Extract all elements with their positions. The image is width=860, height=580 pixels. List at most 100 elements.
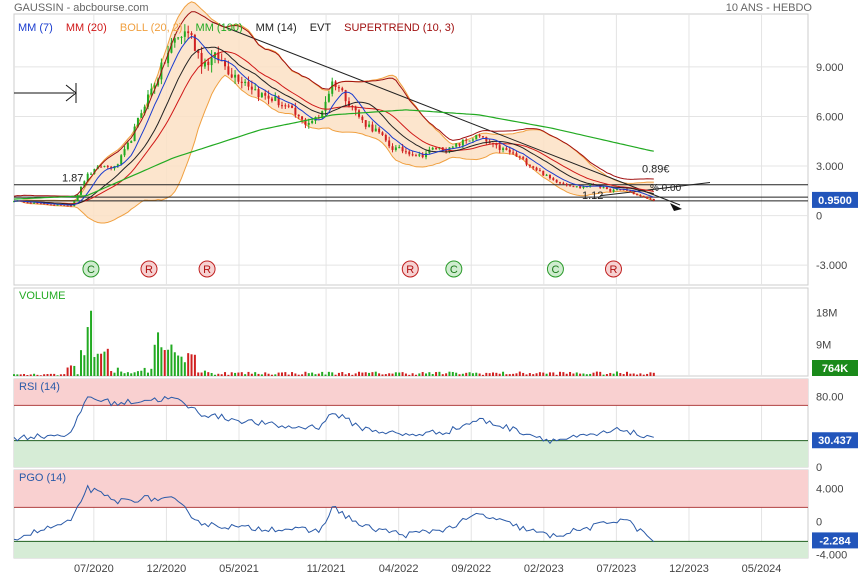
volume-bar [311, 372, 314, 376]
volume-bar [247, 371, 250, 376]
event-marker-label: R [145, 264, 153, 276]
volume-bar [478, 373, 481, 376]
volume-bar [100, 353, 103, 376]
pgo-tick-label: 4.000 [816, 483, 844, 495]
candle-body [545, 174, 548, 176]
volume-bar [636, 374, 639, 376]
candle-body [555, 179, 558, 183]
legend-evt[interactable]: EVT [310, 22, 331, 34]
candle-body [615, 189, 618, 191]
volume-bar [559, 371, 562, 376]
candle-body [435, 147, 438, 149]
volume-bar [307, 373, 310, 376]
event-marker-label: C [450, 264, 458, 276]
volume-bar [136, 371, 139, 376]
candle-body [575, 186, 578, 188]
rsi-overbought-zone [14, 379, 808, 406]
volume-bar [180, 356, 183, 376]
volume-bar [585, 374, 588, 376]
volume-bar [535, 373, 538, 376]
candle-body [485, 136, 488, 142]
volume-bar [59, 374, 62, 376]
trend-arrow-head [670, 203, 682, 211]
x-tick-label: 05/2021 [219, 563, 259, 575]
candle-body [324, 101, 327, 112]
event-marker-label: R [406, 264, 414, 276]
candle-body [368, 124, 371, 127]
rsi-tick-label: 0 [816, 462, 822, 474]
volume-bar [632, 373, 635, 376]
legend-mm7[interactable]: MM (7) [18, 22, 53, 34]
volume-bar [615, 371, 618, 376]
level-label-high: 1.87 [62, 173, 83, 185]
candle-body [287, 105, 290, 107]
chart-period: 10 ANS - HEBDO [725, 2, 812, 14]
legend-mm14[interactable]: MM (14) [256, 22, 297, 34]
volume-bar [652, 372, 655, 376]
volume-bar [207, 372, 210, 376]
x-tick-label: 04/2022 [379, 563, 419, 575]
volume-bar [381, 374, 384, 376]
legend-boll[interactable]: BOLL (20, 2) [120, 22, 183, 34]
event-marker-label: R [610, 264, 618, 276]
volume-bar [317, 373, 320, 376]
volume-bar [532, 374, 535, 376]
volume-bar [46, 374, 49, 376]
price-tick-label: -3.000 [816, 260, 847, 272]
volume-bar [378, 373, 381, 376]
candle-body [515, 153, 518, 157]
candle-body [481, 136, 484, 138]
legend-supertrend[interactable]: SUPERTREND (10, 3) [344, 22, 454, 34]
volume-bar [445, 373, 448, 376]
volume-bar [609, 372, 612, 376]
last-price-value: 0.9500 [818, 195, 852, 207]
candle-body [130, 141, 133, 143]
volume-bar [575, 372, 578, 376]
volume-bar [455, 372, 458, 376]
candle-body [378, 128, 381, 133]
volume-bar [116, 367, 119, 376]
volume-bar [485, 372, 488, 376]
volume-tick-label: 9M [816, 339, 831, 351]
volume-bar [203, 370, 206, 376]
candle-body [461, 139, 464, 146]
volume-bar [371, 372, 374, 376]
x-tick-label: 07/2020 [74, 563, 114, 575]
volume-bar [421, 372, 424, 376]
candle-body [90, 173, 93, 175]
volume-bar [602, 374, 605, 376]
volume-bar [143, 367, 146, 376]
event-marker-label: R [203, 264, 211, 276]
volume-bar [428, 372, 431, 376]
stock-chart[interactable]: 07/2020 12/2020 05/2021 11/2021 04/2022 09/20… [0, 0, 860, 580]
candle-body [401, 147, 404, 152]
volume-bar [113, 372, 116, 376]
volume-bar [391, 373, 394, 376]
event-marker-label: C [87, 264, 95, 276]
volume-bar [495, 372, 498, 376]
level-label-last: 0.89€ [642, 164, 670, 176]
volume-bar [270, 374, 273, 376]
rsi-panel-title: RSI (14) [19, 381, 60, 393]
price-tick-label: 9.000 [816, 62, 844, 74]
candle-body [140, 113, 143, 118]
volume-bar [388, 373, 391, 376]
x-tick-label: 09/2022 [451, 563, 491, 575]
volume-bar [260, 374, 263, 376]
candle-body [411, 154, 414, 156]
volume-bar [29, 374, 32, 376]
volume-bar [324, 374, 327, 376]
volume-bar [344, 374, 347, 376]
volume-bar [341, 372, 344, 376]
volume-bar [33, 373, 36, 376]
legend-mm100[interactable]: MM (100) [196, 22, 243, 34]
legend-mm20[interactable]: MM (20) [66, 22, 107, 34]
candle-body [56, 204, 59, 206]
candle-body [404, 151, 407, 153]
volume-bar [331, 372, 334, 376]
volume-bar [384, 374, 387, 376]
volume-bar [435, 372, 438, 376]
candle-body [29, 202, 32, 204]
candle-body [518, 156, 521, 158]
pgo-tick-label: -4.000 [816, 550, 847, 562]
